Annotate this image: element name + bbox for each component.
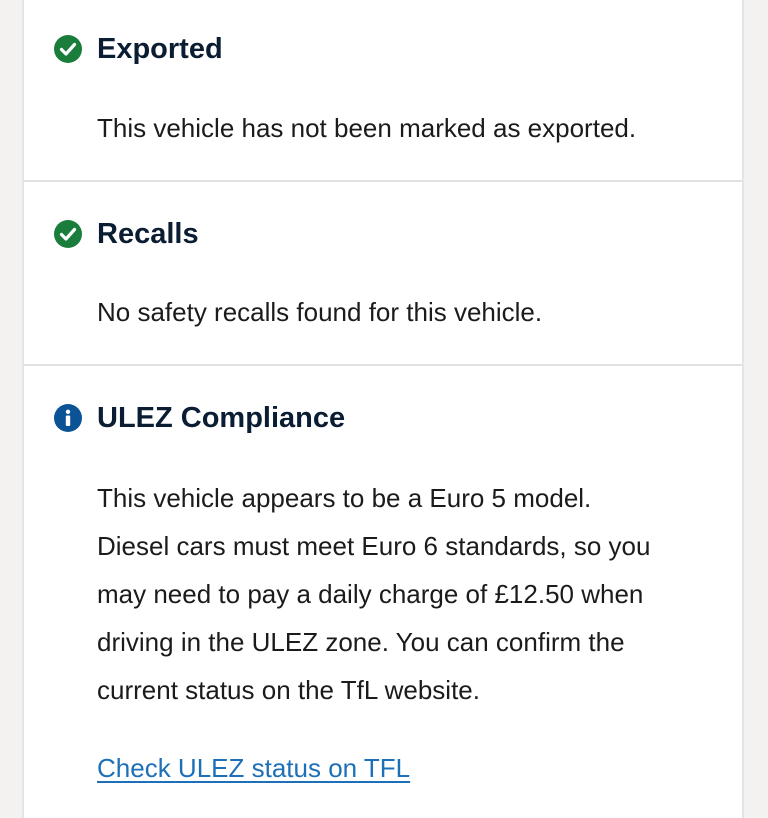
ulez-text: This vehicle appears to be a Euro 5 mode… (97, 474, 727, 714)
ulez-title: ULEZ Compliance (97, 402, 346, 434)
info-circle-icon (54, 404, 82, 432)
exported-title: Exported (97, 33, 223, 65)
ulez-heading-row: ULEZ Compliance (54, 401, 345, 435)
recalls-heading-row: Recalls (54, 217, 199, 251)
ulez-text-line: current status on the TfL website. (97, 675, 480, 705)
recalls-section: Recalls No safety recalls found for this… (24, 182, 742, 364)
recalls-title: Recalls (97, 218, 199, 250)
check-circle-icon (54, 35, 82, 63)
recalls-text: No safety recalls found for this vehicle… (97, 297, 543, 327)
exported-section: Exported This vehicle has not been marke… (24, 0, 742, 180)
ulez-text-line: may need to pay a daily charge of £12.50… (97, 579, 644, 609)
check-circle-icon (54, 220, 82, 248)
ulez-section: ULEZ Compliance This vehicle appears to … (24, 366, 742, 818)
ulez-text-line: driving in the ULEZ zone. You can confir… (97, 627, 625, 657)
ulez-text-line: Diesel cars must meet Euro 6 standards, … (97, 531, 651, 561)
vehicle-checks-panel: Exported This vehicle has not been marke… (22, 0, 744, 818)
exported-text: This vehicle has not been marked as expo… (97, 113, 637, 143)
exported-heading-row: Exported (54, 32, 223, 66)
check-ulez-status-link[interactable]: Check ULEZ status on TFL (97, 751, 410, 785)
ulez-text-line: This vehicle appears to be a Euro 5 mode… (97, 483, 592, 513)
